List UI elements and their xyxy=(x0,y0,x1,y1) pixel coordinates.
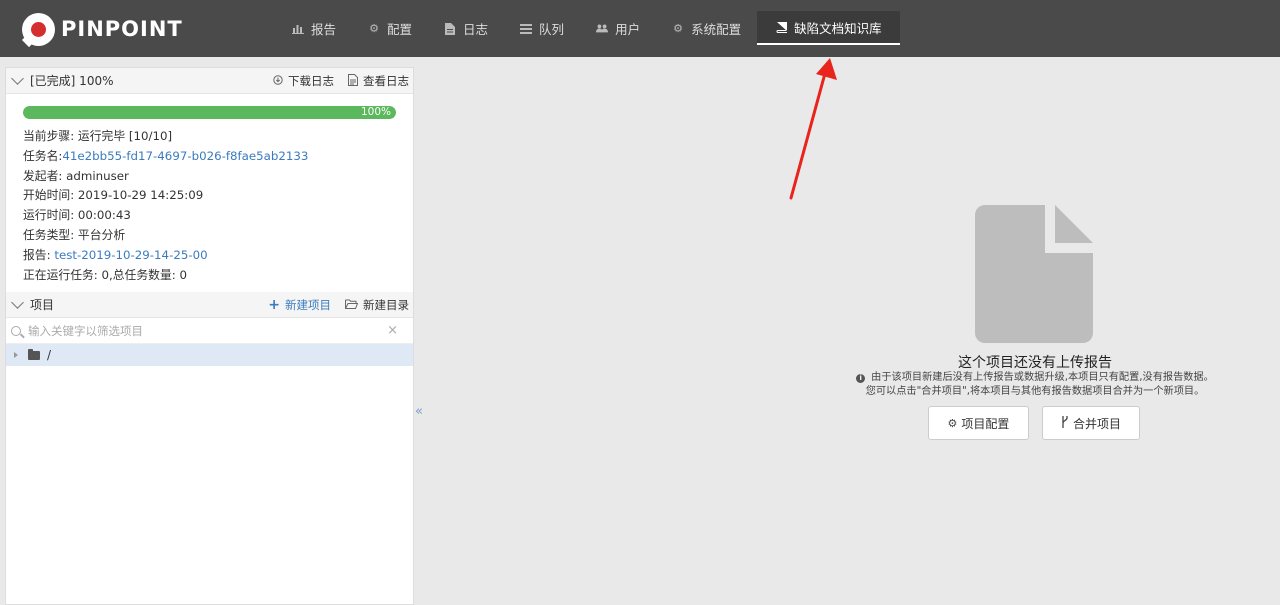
label: 发起者: xyxy=(23,168,67,183)
folder-icon xyxy=(28,348,40,360)
brand-name: PINPOINT xyxy=(61,17,183,41)
chevron-down-icon[interactable] xyxy=(11,296,24,310)
caret-right-icon[interactable] xyxy=(14,352,18,359)
projects-title: 项目 xyxy=(30,298,55,313)
book-icon xyxy=(775,21,788,33)
new-project-button[interactable]: + 新建项目 xyxy=(268,297,331,313)
gear-icon: ⚙ xyxy=(369,22,379,35)
empty-state-title: 这个项目还没有上传报告 xyxy=(958,355,1112,371)
desc-line-1: i 由于该项目新建后没有上传报告或数据升级,本项目只有配置,没有报告数据。 xyxy=(780,371,1280,385)
project-actions: + 新建项目 新建目录 xyxy=(254,292,409,318)
label: 当前步骤: xyxy=(23,129,78,143)
empty-state-description: i 由于该项目新建后没有上传报告或数据升级,本项目只有配置,没有报告数据。 您可以… xyxy=(780,371,1280,398)
projects-header[interactable]: 项目 + 新建项目 新建目录 xyxy=(6,292,413,319)
info-task-type: 任务类型: 平台分析 xyxy=(23,226,413,246)
merge-project-label: 合并项目 xyxy=(1072,416,1121,431)
merge-icon xyxy=(1061,415,1069,431)
collapse-sidebar-button[interactable]: « xyxy=(415,404,423,419)
info-icon: i xyxy=(856,374,866,383)
label: 运行时间: xyxy=(23,208,78,223)
progress-label: 100% xyxy=(360,106,391,118)
value: 2019-10-29 14:25:09 xyxy=(77,188,204,203)
nav-item-system-config[interactable]: ⚙ 系统配置 xyxy=(656,0,757,57)
desc-text-1: 由于该项目新建后没有上传报告或数据升级,本项目只有配置,没有报告数据。 xyxy=(871,372,1214,383)
info-initiator: 发起者: adminuser xyxy=(23,167,413,187)
info-start-time: 开始时间: 2019-10-29 14:25:09 xyxy=(23,186,413,206)
file-text-icon xyxy=(348,73,358,89)
pinpoint-logo[interactable]: PINPOINT xyxy=(22,12,183,46)
task-actions: 下载日志 查看日志 xyxy=(259,68,409,94)
project-filter: × xyxy=(6,318,413,345)
view-log-button[interactable]: 查看日志 xyxy=(348,73,409,89)
nav-label: 系统配置 xyxy=(691,22,742,37)
list-icon xyxy=(520,23,533,35)
chevron-down-icon[interactable] xyxy=(11,72,24,85)
download-log-button[interactable]: 下载日志 xyxy=(273,73,334,89)
project-config-button[interactable]: ⚙ 项目配置 xyxy=(928,406,1029,440)
download-icon xyxy=(273,74,283,88)
task-name-link[interactable]: 41e2bb55-fd17-4697-b026-f8fae5ab2133 xyxy=(62,149,308,163)
nav-label: 配置 xyxy=(387,22,413,37)
new-folder-label: 新建目录 xyxy=(363,298,409,313)
new-folder-button[interactable]: 新建目录 xyxy=(345,297,409,313)
view-log-label: 查看日志 xyxy=(363,74,409,88)
users-icon xyxy=(596,23,609,35)
tree-node-root[interactable]: / xyxy=(6,344,413,367)
logo-mark-icon xyxy=(22,12,55,46)
nav-label: 报告 xyxy=(311,22,337,37)
task-status: [已完成] 100% xyxy=(30,74,114,88)
gear-icon: ⚙ xyxy=(673,22,684,35)
value: adminuser xyxy=(66,168,129,183)
task-progress-fill xyxy=(23,106,396,119)
info-step: 当前步骤: 运行完毕 [10/10] xyxy=(23,127,413,147)
clear-icon[interactable]: × xyxy=(387,323,398,338)
new-project-label: 新建项目 xyxy=(285,298,331,313)
project-filter-input[interactable] xyxy=(28,323,368,338)
nav-item-queue[interactable]: 队列 xyxy=(504,0,580,57)
annotation-arrow-icon xyxy=(789,58,837,200)
label: 报告: xyxy=(23,247,55,262)
nav-item-config[interactable]: ⚙ 配置 xyxy=(352,0,428,57)
download-log-label: 下载日志 xyxy=(288,74,334,88)
nav-label: 缺陷文档知识库 xyxy=(794,20,882,36)
nav-label: 队列 xyxy=(539,22,565,37)
info-report: 报告: test-2019-10-29-14-25-00 xyxy=(23,246,413,266)
gear-icon: ⚙ xyxy=(947,416,958,430)
nav-item-defect-kb[interactable]: 缺陷文档知识库 xyxy=(757,11,900,45)
label: 任务类型: xyxy=(23,227,78,242)
left-panel: [已完成] 100% 下载日志 查看日志 100% 当前步骤: 运行完毕 [10… xyxy=(5,67,414,605)
value: 00:00:43 xyxy=(77,208,131,223)
nav-item-users[interactable]: 用户 xyxy=(580,0,656,57)
label: 开始时间: xyxy=(23,188,78,203)
main-nav: 报告 ⚙ 配置 日志 队列 用户 ⚙ 系统配置 缺陷文档知识库 xyxy=(276,0,900,57)
info-runtime: 运行时间: 00:00:43 xyxy=(23,206,413,226)
report-link[interactable]: test-2019-10-29-14-25-00 xyxy=(54,248,207,262)
desc-line-2: 您可以点击"合并项目",将本项目与其他有报告数据项目合并为一个新项目。 xyxy=(865,385,1205,397)
file-icon xyxy=(444,22,456,35)
tree-node-label: / xyxy=(47,348,52,363)
task-header[interactable]: [已完成] 100% 下载日志 查看日志 xyxy=(6,68,413,94)
info-running: 正在运行任务: 0,总任务数量: 0 xyxy=(23,267,187,282)
value: 运行完毕 [10/10] xyxy=(77,129,173,143)
bar-chart-icon xyxy=(292,23,304,35)
top-navbar: PINPOINT 报告 ⚙ 配置 日志 队列 用户 ⚙ 系统配置 缺陷文档知识库 xyxy=(0,0,1280,57)
nav-label: 用户 xyxy=(615,22,641,37)
task-info: 当前步骤: 运行完毕 [10/10] 任务名:41e2bb55-fd17-469… xyxy=(6,119,413,285)
label: 任务名: xyxy=(23,148,63,163)
empty-document-icon xyxy=(975,205,1093,343)
nav-item-log[interactable]: 日志 xyxy=(428,0,504,57)
nav-item-report[interactable]: 报告 xyxy=(276,0,352,57)
search-icon xyxy=(11,325,21,336)
value: 平台分析 xyxy=(77,227,126,242)
plus-icon: + xyxy=(268,297,280,314)
folder-open-icon xyxy=(345,299,359,312)
project-config-label: 项目配置 xyxy=(961,416,1010,431)
nav-label: 日志 xyxy=(463,22,489,37)
merge-project-button[interactable]: 合并项目 xyxy=(1042,406,1140,440)
info-task-name: 任务名:41e2bb55-fd17-4697-b026-f8fae5ab2133 xyxy=(23,147,413,167)
task-progress: 100% xyxy=(23,106,396,119)
